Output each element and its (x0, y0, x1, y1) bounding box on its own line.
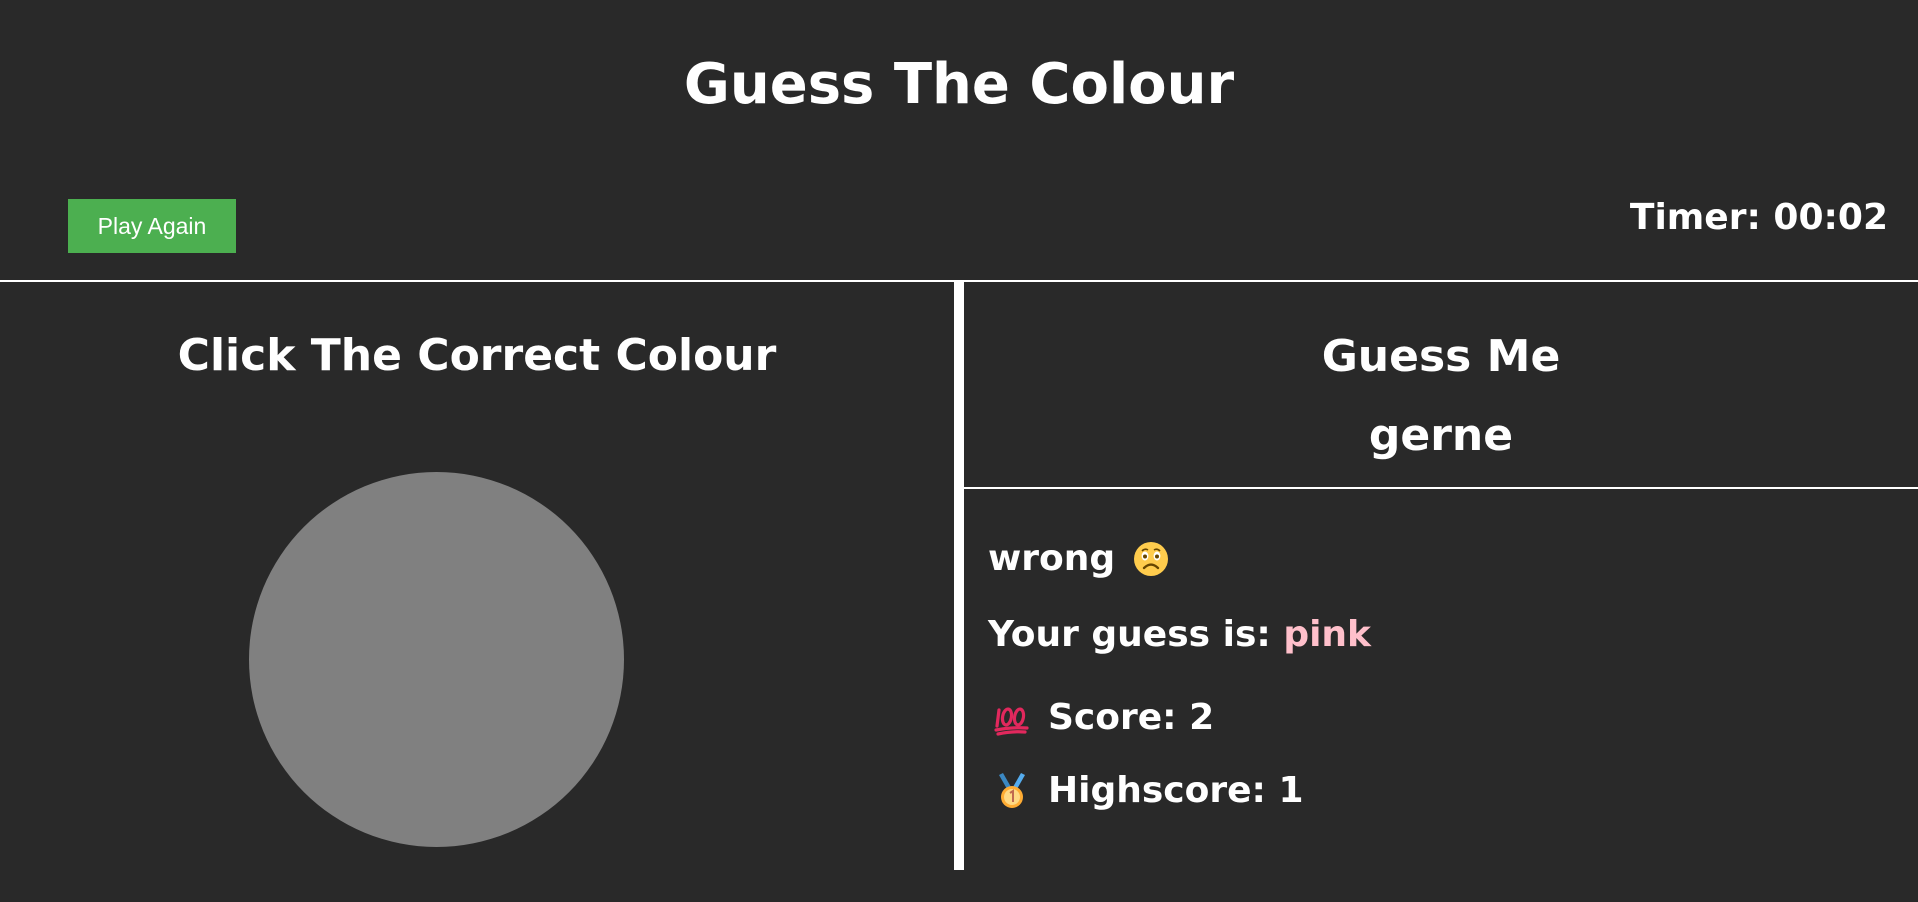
gold-medal-icon (994, 773, 1030, 809)
sad-face-icon (1133, 541, 1169, 577)
colour-choice-panel: Click The Correct Colour (0, 282, 954, 870)
instruction-heading: Click The Correct Colour (177, 330, 777, 381)
guess-me-heading: Guess Me (1321, 331, 1561, 382)
highscore-line: Highscore: 1 (994, 767, 1304, 815)
hundred-points-icon (994, 700, 1030, 736)
highscore-text: Highscore: 1 (1048, 770, 1304, 811)
guess-panel-divider (964, 487, 1918, 489)
panel-divider (954, 282, 964, 870)
play-again-button[interactable]: Play Again (68, 199, 236, 253)
colour-circle-option[interactable] (249, 472, 624, 847)
score-line: Score: 2 (994, 694, 1214, 742)
timer-display: Timer: 00:02 (1629, 197, 1888, 238)
result-message: wrong (988, 535, 1169, 583)
guess-panel: Guess Me gerne wrong Your guess is: pink (964, 282, 1918, 870)
page-title: Guess The Colour (683, 52, 1235, 117)
your-guess-label: Your guess is: (988, 614, 1284, 655)
result-text: wrong (988, 538, 1116, 579)
your-guess-line: Your guess is: pink (988, 611, 1371, 659)
guess-value: pink (1283, 614, 1371, 655)
target-word: gerne (1368, 410, 1514, 461)
score-text: Score: 2 (1048, 697, 1215, 738)
